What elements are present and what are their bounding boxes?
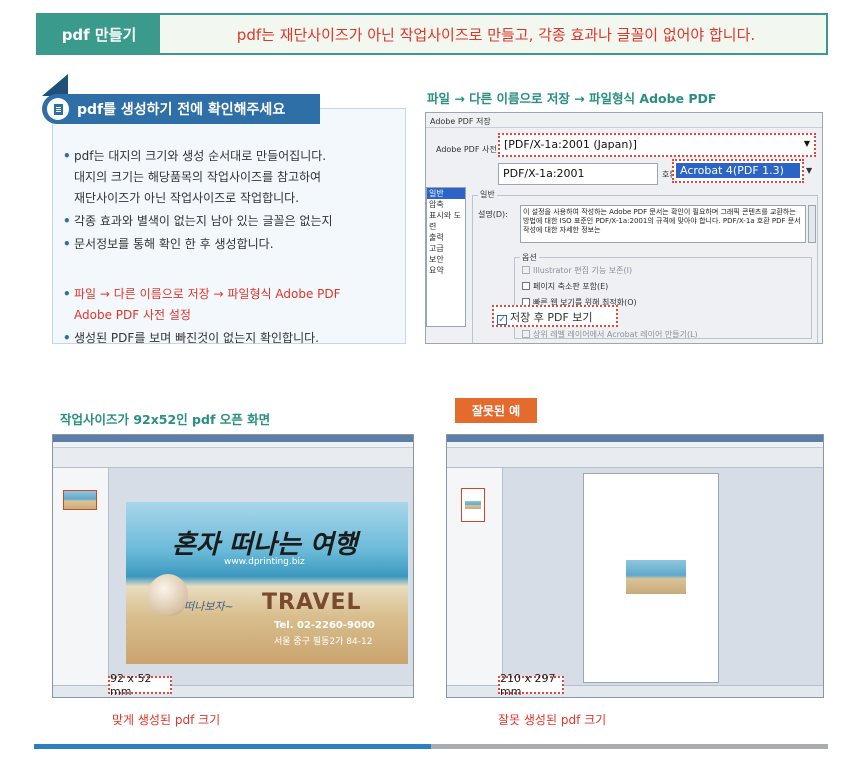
thumbnail-panel — [447, 468, 503, 685]
category-item-security[interactable]: 보안 — [427, 254, 465, 265]
check-title: pdf를 생성하기 전에 확인해주세요 — [77, 102, 286, 118]
header-bar: pdf 만들기 pdf는 재단사이즈가 아닌 작업사이즈로 만들고, 각종 효과… — [36, 13, 828, 55]
banner-fold — [42, 74, 68, 96]
correct-size-box: 92 x 52 mm — [108, 672, 172, 698]
check-item-1-cont: 대지의 크기는 해당품목의 작업사이즈를 참고하여 — [74, 170, 322, 184]
checkbox-checked-icon: ✓ — [497, 315, 507, 325]
category-item-summary[interactable]: 요약 — [427, 265, 465, 276]
check-item-4-cont: Adobe PDF 사전 설정 — [74, 308, 191, 322]
postcard-title: 혼자 떠나는 여행 — [172, 530, 358, 560]
category-list: 일반 압축 표시와 도련 출력 고급 보안 요약 — [426, 187, 466, 327]
chevron-down-icon: ▼ — [806, 166, 813, 175]
page-thumbnail[interactable] — [63, 490, 97, 510]
check-banner: pdf를 생성하기 전에 확인해주세요 — [42, 94, 320, 124]
category-item-marks[interactable]: 표시와 도련 — [427, 210, 465, 232]
header-tag: pdf 만들기 — [38, 15, 160, 53]
page-thumbnail[interactable] — [461, 488, 485, 522]
check-item-3: • 문서정보를 통해 확인 한 후 생성합니다. — [63, 237, 274, 251]
status-bar — [53, 685, 413, 697]
postcard-url: www.dprinting.biz — [224, 557, 305, 567]
document-icon — [47, 98, 69, 120]
option-illustrator[interactable]: Illustrator 편집 기능 보존(I) — [522, 265, 632, 276]
check-item-2: • 각종 효과와 별색이 없는지 남아 있는 글꼴은 없는지 — [63, 214, 333, 228]
wrong-badge: 잘못된 예 — [455, 398, 537, 423]
description-scrollbar[interactable] — [808, 205, 816, 243]
a4-page — [583, 473, 719, 683]
postcard-travel: TRAVEL — [262, 590, 362, 615]
header-text: pdf는 재단사이즈가 아닌 작업사이즈로 만들고, 각종 효과나 글꼴이 없어… — [236, 25, 756, 44]
preset-label: Adobe PDF 사전 — [436, 145, 497, 154]
option-layers[interactable]: 상위 레벨 레이어에서 Acrobat 레이어 만들기(L) — [522, 329, 698, 340]
check-item-4: • 파일 → 다른 이름으로 저장 → 파일형식 Adobe PDF — [63, 287, 341, 301]
category-item-compress[interactable]: 압축 — [427, 199, 465, 210]
compat-select[interactable]: Acrobat 4(PDF 1.3) — [672, 159, 804, 183]
category-item-advanced[interactable]: 고급 — [427, 243, 465, 254]
checkbox-icon — [522, 282, 530, 290]
wrong-caption: 잘못 생성된 pdf 크기 — [498, 713, 607, 727]
thumbnail-panel — [53, 468, 109, 685]
bottom-divider — [34, 744, 828, 749]
wrong-screenshot — [446, 434, 824, 698]
wrong-size-box: 210 x 297 mm — [498, 672, 564, 698]
checkbox-icon — [522, 266, 530, 274]
correct-title: 작업사이즈가 92x52인 pdf 오픈 화면 — [60, 412, 271, 427]
group-label: 일반 — [478, 189, 497, 200]
adobe-pdf-dialog: Adobe PDF 저장 Adobe PDF 사전 [PDF/X-1a:2001… — [425, 112, 823, 344]
standard-select[interactable]: PDF/X-1a:2001 — [498, 163, 658, 185]
option-view-pdf[interactable]: ✓ 저장 후 PDF 보기 — [492, 305, 618, 327]
option-thumbnails[interactable]: 페이지 축소판 포함(E) — [522, 281, 608, 292]
small-postcard — [626, 560, 686, 594]
description-box: 이 설정을 사용하여 작성하는 Adobe PDF 문서는 확인이 필요하며 그… — [520, 205, 806, 243]
postcard-script: 떠나보자~ — [184, 600, 234, 613]
postcard-image: 혼자 떠나는 여행 www.dprinting.biz 떠나보자~ TRAVEL… — [126, 502, 408, 664]
category-item-output[interactable]: 출력 — [427, 232, 465, 243]
category-item-general[interactable]: 일반 — [427, 188, 465, 199]
desc-label: 설명(D): — [478, 210, 508, 219]
postcard-tel: Tel. 02-2260-9000 — [274, 620, 375, 631]
correct-caption: 맞게 생성된 pdf 크기 — [112, 713, 221, 727]
seashell-graphic — [148, 574, 188, 616]
checkbox-icon — [522, 330, 530, 338]
check-item-5: • 생성된 PDF를 보며 빠진것이 없는지 확인합니다. — [63, 331, 319, 345]
postcard-address: 서울 중구 필동2가 84-12 — [274, 637, 373, 647]
check-item-1-cont2: 재단사이즈가 아닌 작업사이즈로 작업합니다. — [74, 191, 300, 205]
preset-select[interactable]: [PDF/X-1a:2001 (Japan)] ▼ — [498, 133, 816, 157]
options-label: 옵션 — [520, 252, 539, 263]
check-item-1: • pdf는 대지의 크기와 생성 순서대로 만들어집니다. — [63, 149, 327, 163]
dialog-title: Adobe PDF 저장 — [430, 117, 491, 126]
chevron-down-icon: ▼ — [803, 139, 810, 148]
save-section-title: 파일 → 다른 이름으로 저장 → 파일형식 Adobe PDF — [427, 91, 717, 106]
